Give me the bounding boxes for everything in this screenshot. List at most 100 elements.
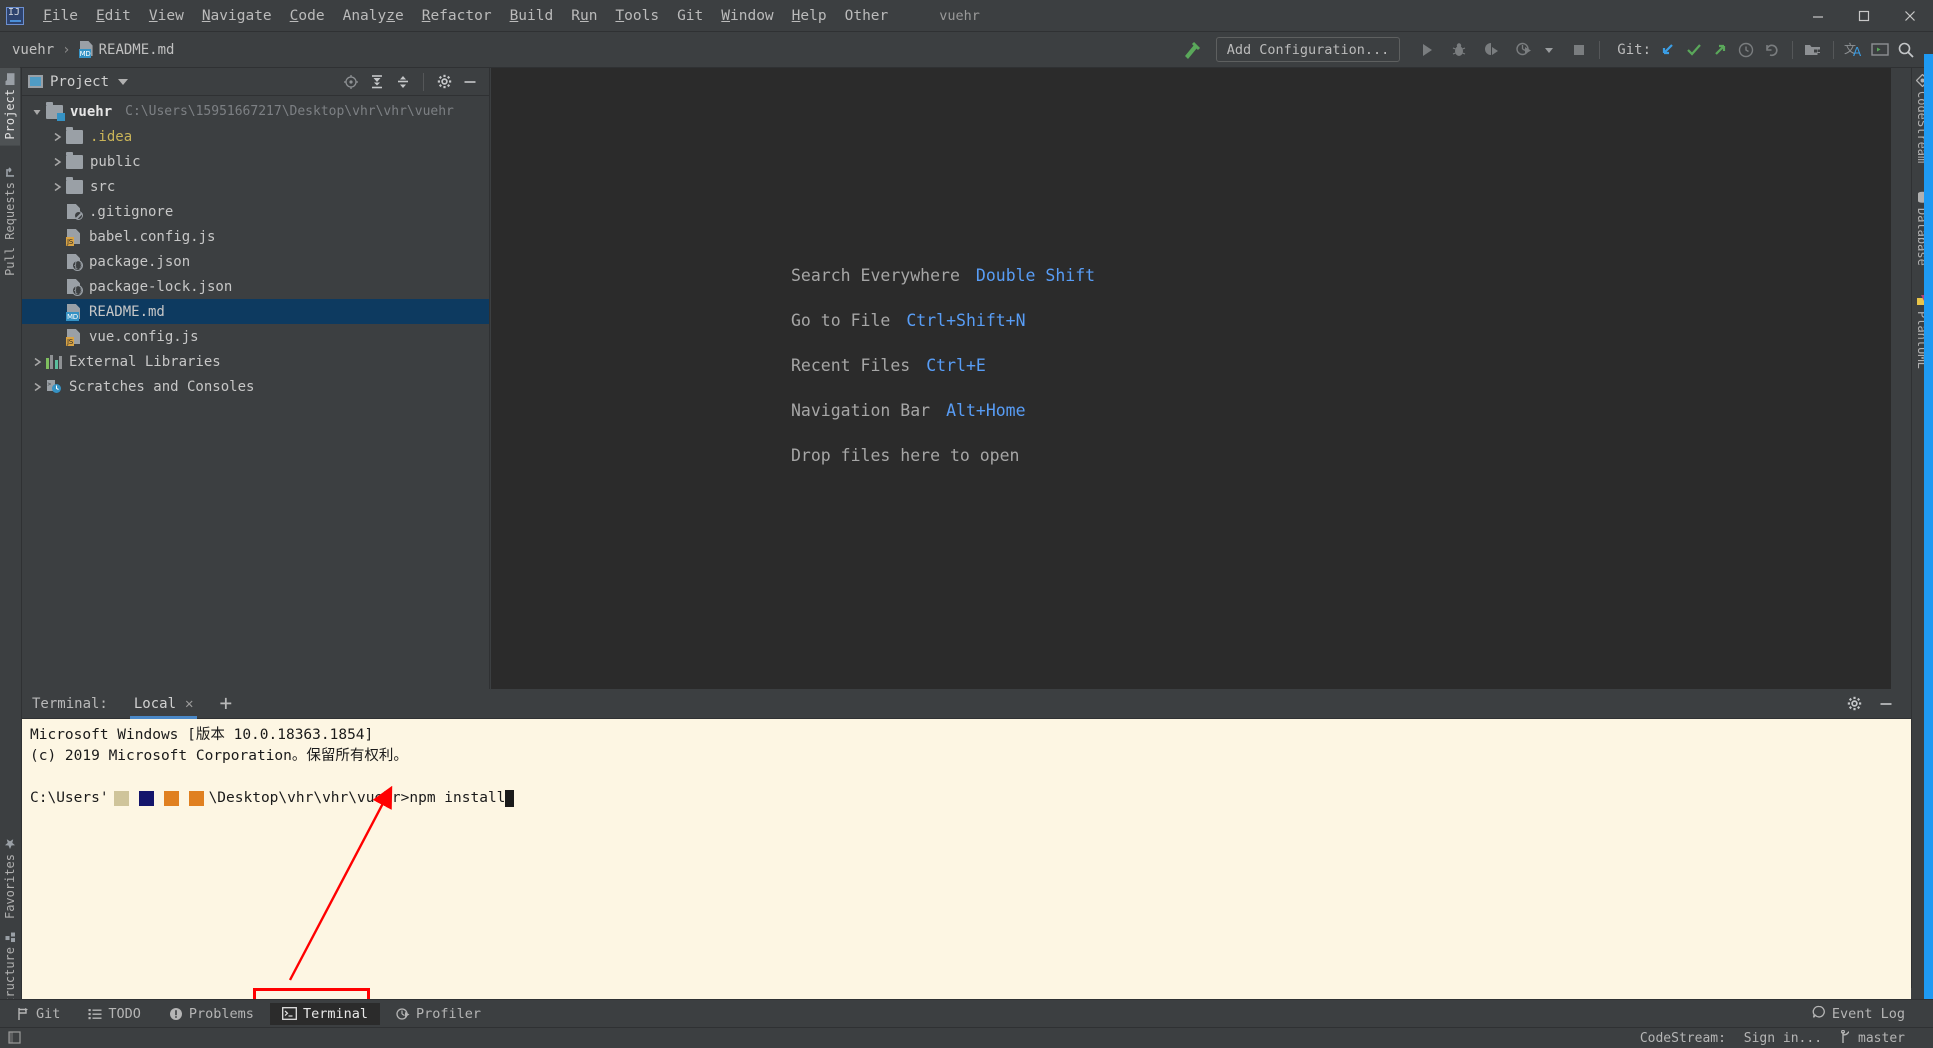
- md-file-icon: MD: [66, 303, 82, 321]
- tree-node-public[interactable]: public: [22, 149, 489, 174]
- menu-item-window[interactable]: Window: [712, 5, 782, 27]
- hammer-icon[interactable]: [1178, 37, 1204, 63]
- window-project-title: vuehr: [939, 7, 980, 24]
- chevron-down-icon[interactable]: [118, 78, 129, 85]
- bottom-tab-terminal[interactable]: Terminal: [269, 1002, 380, 1025]
- update-project-icon[interactable]: [1655, 37, 1681, 63]
- tree-node-external-libraries[interactable]: External Libraries: [22, 349, 489, 374]
- project-tree[interactable]: vuehr C:\Users\15951667217\Desktop\vhr\vh…: [22, 96, 489, 689]
- bottom-tab-label: Profiler: [415, 1005, 481, 1022]
- menu-items: File Edit View Navigate Code Analyze Refactor B…: [34, 5, 897, 27]
- menu-item-git[interactable]: Git: [668, 5, 712, 27]
- breadcrumb-file[interactable]: README.md: [99, 42, 175, 58]
- menu-item-run[interactable]: Run: [562, 5, 606, 27]
- menu-item-tools[interactable]: Tools: [606, 5, 668, 27]
- close-icon[interactable]: ✕: [185, 696, 193, 712]
- menu-item-edit[interactable]: Edit: [87, 5, 140, 27]
- debug-icon[interactable]: [1446, 37, 1472, 63]
- sidebar-tab-project[interactable]: Project: [0, 68, 20, 146]
- rollback-icon[interactable]: [1759, 37, 1785, 63]
- collapse-all-icon[interactable]: [390, 70, 416, 94]
- chevron-down-icon[interactable]: [1536, 37, 1562, 63]
- terminal-caret: [505, 790, 515, 807]
- bottom-tab-problems[interactable]: Problems: [157, 1003, 266, 1025]
- toggle-toolbar-icon[interactable]: [8, 1029, 21, 1048]
- menu-item-help[interactable]: Help: [783, 5, 836, 27]
- hide-panel-icon[interactable]: [457, 70, 483, 94]
- scroll-from-source-icon[interactable]: [338, 70, 364, 94]
- sidebar-tab-pull-requests-label: Pull Requests: [3, 181, 17, 276]
- tree-node-babel-config-js[interactable]: JS babel.config.js: [22, 224, 489, 249]
- editor-hint-label: Search Everywhere: [791, 266, 960, 285]
- menu-item-file[interactable]: File: [34, 5, 87, 27]
- window-minimize-button[interactable]: [1795, 0, 1841, 31]
- hide-panel-icon[interactable]: [1873, 692, 1899, 716]
- menu-item-other[interactable]: Other: [836, 5, 898, 27]
- run-icon[interactable]: [1414, 37, 1440, 63]
- tree-node-label: .idea: [90, 128, 133, 145]
- terminal-command: npm install: [409, 790, 506, 806]
- bottom-tab-profiler[interactable]: Profiler: [384, 1003, 493, 1025]
- history-icon[interactable]: [1733, 37, 1759, 63]
- translate-icon[interactable]: 文 A: [1841, 37, 1867, 63]
- sidebar-tab-pull-requests[interactable]: Pull Requests: [0, 160, 20, 282]
- menu-item-build[interactable]: Build: [501, 5, 563, 27]
- tree-arrow-right-icon[interactable]: [48, 182, 66, 192]
- stop-icon[interactable]: [1566, 37, 1592, 63]
- expand-all-icon[interactable]: [364, 70, 390, 94]
- event-log-button[interactable]: Event Log: [1812, 1005, 1905, 1023]
- tree-node-gitignore[interactable]: .gitignore: [22, 199, 489, 224]
- window-close-button[interactable]: [1887, 0, 1933, 31]
- tree-node-idea[interactable]: .idea: [22, 124, 489, 149]
- terminal-line: C:\Users' \Desktop\vhr\vhr\vuehr> npm inst…: [30, 788, 1903, 809]
- left-tool-strip: Project Pull Requests Favorites Structur…: [0, 68, 22, 1048]
- sidebar-tab-favorites[interactable]: Favorites: [0, 832, 20, 925]
- tree-node-package-json[interactable]: {} package.json: [22, 249, 489, 274]
- terminal-text: (c) 2019 Microsoft Corporation。保留所有权利。: [30, 748, 408, 764]
- project-structure-icon[interactable]: [1800, 37, 1826, 63]
- tree-arrow-right-icon[interactable]: [28, 382, 46, 392]
- tree-arrow-down-icon[interactable]: [28, 107, 46, 117]
- tree-arrow-right-icon[interactable]: [48, 157, 66, 167]
- bottom-tab-git[interactable]: Git: [4, 1003, 72, 1025]
- bottom-tab-todo[interactable]: TODO: [76, 1003, 153, 1025]
- tree-node-package-lock-json[interactable]: {} package-lock.json: [22, 274, 489, 299]
- breadcrumb-project[interactable]: vuehr: [12, 42, 54, 58]
- terminal-tab-local[interactable]: Local ✕: [129, 689, 198, 719]
- settings-gear-icon[interactable]: [1841, 692, 1867, 716]
- editor-hint: Recent Files Ctrl+E: [791, 356, 1095, 375]
- tree-node-label: public: [90, 153, 141, 170]
- json-file-icon: {}: [66, 278, 84, 296]
- terminal-output[interactable]: Microsoft Windows [版本 10.0.18363.1854] (c…: [22, 719, 1911, 999]
- tree-node-readme-md[interactable]: MD README.md: [22, 299, 489, 324]
- add-configuration-button[interactable]: Add Configuration...: [1215, 37, 1401, 62]
- menu-item-code[interactable]: Code: [281, 5, 334, 27]
- libraries-icon: [46, 354, 62, 369]
- run-with-coverage-icon[interactable]: [1478, 37, 1504, 63]
- menu-item-view[interactable]: View: [140, 5, 193, 27]
- menu-item-navigate[interactable]: Navigate: [193, 5, 281, 27]
- menu-item-refactor[interactable]: Refactor: [413, 5, 501, 27]
- plus-icon[interactable]: +: [219, 693, 232, 714]
- push-icon[interactable]: [1707, 37, 1733, 63]
- tree-node-src[interactable]: src: [22, 174, 489, 199]
- commit-icon[interactable]: [1681, 37, 1707, 63]
- codestream-signin-link[interactable]: Sign in...: [1744, 1031, 1822, 1046]
- tree-arrow-right-icon[interactable]: [48, 132, 66, 142]
- settings-gear-icon[interactable]: [431, 70, 457, 94]
- terminal-icon[interactable]: [1867, 37, 1893, 63]
- codestream-status[interactable]: CodeStream: Sign in...: [1640, 1031, 1822, 1046]
- window-maximize-button[interactable]: [1841, 0, 1887, 31]
- svg-text:>: >: [48, 381, 52, 388]
- tree-node-vue-config-js[interactable]: JS vue.config.js: [22, 324, 489, 349]
- tree-node-vuehr[interactable]: vuehr C:\Users\15951667217\Desktop\vhr\vh…: [22, 99, 489, 124]
- tree-node-label: vuehr: [70, 103, 113, 120]
- editor-hint-list: Search Everywhere Double Shift Go to File C…: [791, 266, 1095, 491]
- profile-icon[interactable]: [1510, 37, 1536, 63]
- git-branch-widget[interactable]: master: [1840, 1029, 1905, 1048]
- search-icon[interactable]: [1893, 37, 1919, 63]
- tree-node-scratches-and-consoles[interactable]: > Scratches and Consoles: [22, 374, 489, 399]
- tree-arrow-right-icon[interactable]: [28, 357, 46, 367]
- project-header-divider: [423, 72, 424, 91]
- menu-item-analyze[interactable]: Analyze: [334, 5, 413, 27]
